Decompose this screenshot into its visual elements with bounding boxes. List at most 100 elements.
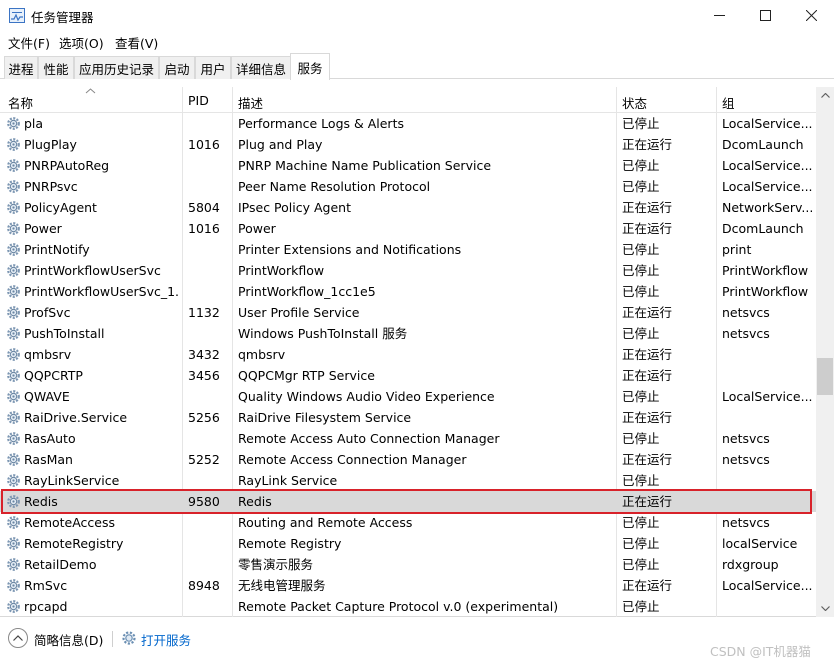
cell-status: 正在运行 — [622, 347, 673, 362]
chevron-down-icon — [820, 606, 830, 611]
cell-group: LocalService... — [722, 578, 813, 593]
table-row[interactable]: PrintNotify Printer Extensions and Notifi… — [0, 239, 816, 260]
column-header-status[interactable]: 状态 — [616, 87, 716, 113]
cell-pid — [188, 596, 230, 617]
cell-status: 已停止 — [622, 515, 660, 530]
close-button[interactable] — [788, 0, 834, 31]
cell-name: PrintWorkflowUserSvc — [24, 263, 161, 278]
service-gear-icon — [6, 200, 21, 215]
footer-bar: 简略信息(D) 打开服务 CSDN @IT机器猫 — [0, 618, 834, 665]
table-row[interactable]: RemoteAccess Routing and Remote Access 已停止… — [0, 512, 816, 533]
scrollbar-thumb[interactable] — [817, 358, 833, 395]
menu-options[interactable]: 选项(O) — [59, 33, 104, 52]
table-row[interactable]: qmbsrv 3432 qmbsrv 正在运行 — [0, 344, 816, 365]
cell-pid: 9580 — [188, 494, 220, 509]
minimize-icon — [713, 15, 725, 16]
menu-view[interactable]: 查看(V) — [115, 33, 158, 52]
table-row[interactable]: rpcapd Remote Packet Capture Protocol v.0… — [0, 596, 816, 617]
tab-processes[interactable]: 进程 — [4, 56, 38, 79]
cell-group — [722, 470, 815, 491]
table-header: 名称 PID 描述 状态 组 — [0, 87, 816, 113]
table-row[interactable]: PNRPsvc Peer Name Resolution Protocol 已停止 L… — [0, 176, 816, 197]
cell-description: 零售演示服务 — [238, 557, 314, 572]
tab-details[interactable]: 详细信息 — [231, 56, 291, 79]
menu-bar: 文件(F) 选项(O) 查看(V) — [0, 31, 834, 53]
table-row[interactable]: ProfSvc 1132 User Profile Service 正在运行 netsv… — [0, 302, 816, 323]
column-header-pid[interactable]: PID — [182, 87, 232, 113]
table-row[interactable]: RemoteRegistry Remote Registry 已停止 localSer… — [0, 533, 816, 554]
open-services-link[interactable]: 打开服务 — [141, 630, 191, 649]
table-row[interactable]: Power 1016 Power 正在运行 DcomLaunch — [0, 218, 816, 239]
cell-description: 无线电管理服务 — [238, 578, 326, 593]
service-gear-icon — [6, 578, 21, 593]
cell-status: 已停止 — [622, 431, 660, 446]
maximize-button[interactable] — [742, 0, 788, 31]
cell-status: 正在运行 — [622, 137, 673, 152]
service-gear-icon — [6, 389, 21, 404]
tab-performance[interactable]: 性能 — [38, 56, 74, 79]
tab-services[interactable]: 服务 — [290, 53, 330, 80]
table-row[interactable]: PushToInstall Windows PushToInstall 服务 已停止… — [0, 323, 816, 344]
cell-status: 已停止 — [622, 179, 660, 194]
tab-users[interactable]: 用户 — [195, 56, 231, 79]
cell-pid — [188, 554, 230, 575]
table-row[interactable]: QWAVE Quality Windows Audio Video Experie… — [0, 386, 816, 407]
scroll-down-arrow[interactable] — [816, 600, 834, 617]
table-row[interactable]: PlugPlay 1016 Plug and Play 正在运行 DcomLaunch — [0, 134, 816, 155]
cell-status: 已停止 — [622, 536, 660, 551]
cell-pid — [188, 533, 230, 554]
cell-pid — [188, 323, 230, 344]
tab-app-history[interactable]: 应用历史记录 — [74, 56, 159, 79]
table-row[interactable]: pla Performance Logs & Alerts 已停止 LocalServ… — [0, 113, 816, 134]
table-row[interactable]: PNRPAutoReg PNRP Machine Name Publication… — [0, 155, 816, 176]
table-row[interactable]: RayLinkService RayLink Service 已停止 — [0, 470, 816, 491]
cell-name: RetailDemo — [24, 557, 97, 572]
cell-status: 已停止 — [622, 473, 660, 488]
menu-file[interactable]: 文件(F) — [8, 33, 50, 52]
cell-name: PolicyAgent — [24, 200, 97, 215]
close-icon — [805, 10, 817, 21]
table-row[interactable]: RasAuto Remote Access Auto Connection Man… — [0, 428, 816, 449]
table-row[interactable]: RmSvc 8948 无线电管理服务 正在运行 LocalService... — [0, 575, 816, 596]
cell-description: PrintWorkflow — [238, 263, 325, 278]
cell-name: RasMan — [24, 452, 73, 467]
table-row[interactable]: PolicyAgent 5804 IPsec Policy Agent 正在运行 Net… — [0, 197, 816, 218]
cell-group: DcomLaunch — [722, 221, 804, 236]
table-row[interactable]: RasMan 5252 Remote Access Connection Manag… — [0, 449, 816, 470]
service-gear-icon — [6, 515, 21, 530]
tab-bar: 进程 性能 应用历史记录 启动 用户 详细信息 服务 — [0, 53, 834, 80]
table-row[interactable]: PrintWorkflowUserSvc_1... PrintWorkflow_1… — [0, 281, 816, 302]
table-row[interactable]: RetailDemo 零售演示服务 已停止 rdxgroup — [0, 554, 816, 575]
table-row[interactable]: RaiDrive.Service 5256 RaiDrive Filesystem … — [0, 407, 816, 428]
scroll-up-arrow[interactable] — [816, 87, 834, 104]
column-header-name[interactable]: 名称 — [2, 87, 182, 113]
cell-status: 正在运行 — [622, 578, 673, 593]
cell-group: PrintWorkflow — [722, 284, 809, 299]
cell-group: LocalService... — [722, 389, 813, 404]
cell-description: RaiDrive Filesystem Service — [238, 410, 412, 425]
fewer-details-button[interactable] — [8, 628, 28, 648]
cell-group — [722, 344, 815, 365]
cell-name: Power — [24, 221, 62, 236]
table-row[interactable]: QQPCRTP 3456 QQPCMgr RTP Service 正在运行 — [0, 365, 816, 386]
maximize-icon — [759, 10, 771, 21]
cell-description: QQPCMgr RTP Service — [238, 368, 375, 383]
cell-group — [722, 596, 815, 617]
fewer-details-link[interactable]: 简略信息(D) — [34, 630, 103, 649]
minimize-button[interactable] — [696, 0, 742, 31]
service-gear-icon — [6, 116, 21, 131]
column-header-description[interactable]: 描述 — [232, 87, 616, 113]
cell-status: 正在运行 — [622, 200, 673, 215]
service-gear-icon — [6, 158, 21, 173]
cell-description: Quality Windows Audio Video Experience — [238, 389, 495, 404]
vertical-scrollbar[interactable] — [816, 87, 834, 617]
tab-startup[interactable]: 启动 — [159, 56, 195, 79]
column-header-group[interactable]: 组 — [716, 87, 816, 113]
cell-name: ProfSvc — [24, 305, 71, 320]
cell-status: 正在运行 — [622, 494, 673, 509]
table-row[interactable]: Redis 9580 Redis 正在运行 — [0, 491, 816, 512]
cell-pid — [188, 428, 230, 449]
cell-pid: 3432 — [188, 347, 220, 362]
table-row[interactable]: PrintWorkflowUserSvc PrintWorkflow 已停止 Prin… — [0, 260, 816, 281]
service-gear-icon — [6, 326, 21, 341]
